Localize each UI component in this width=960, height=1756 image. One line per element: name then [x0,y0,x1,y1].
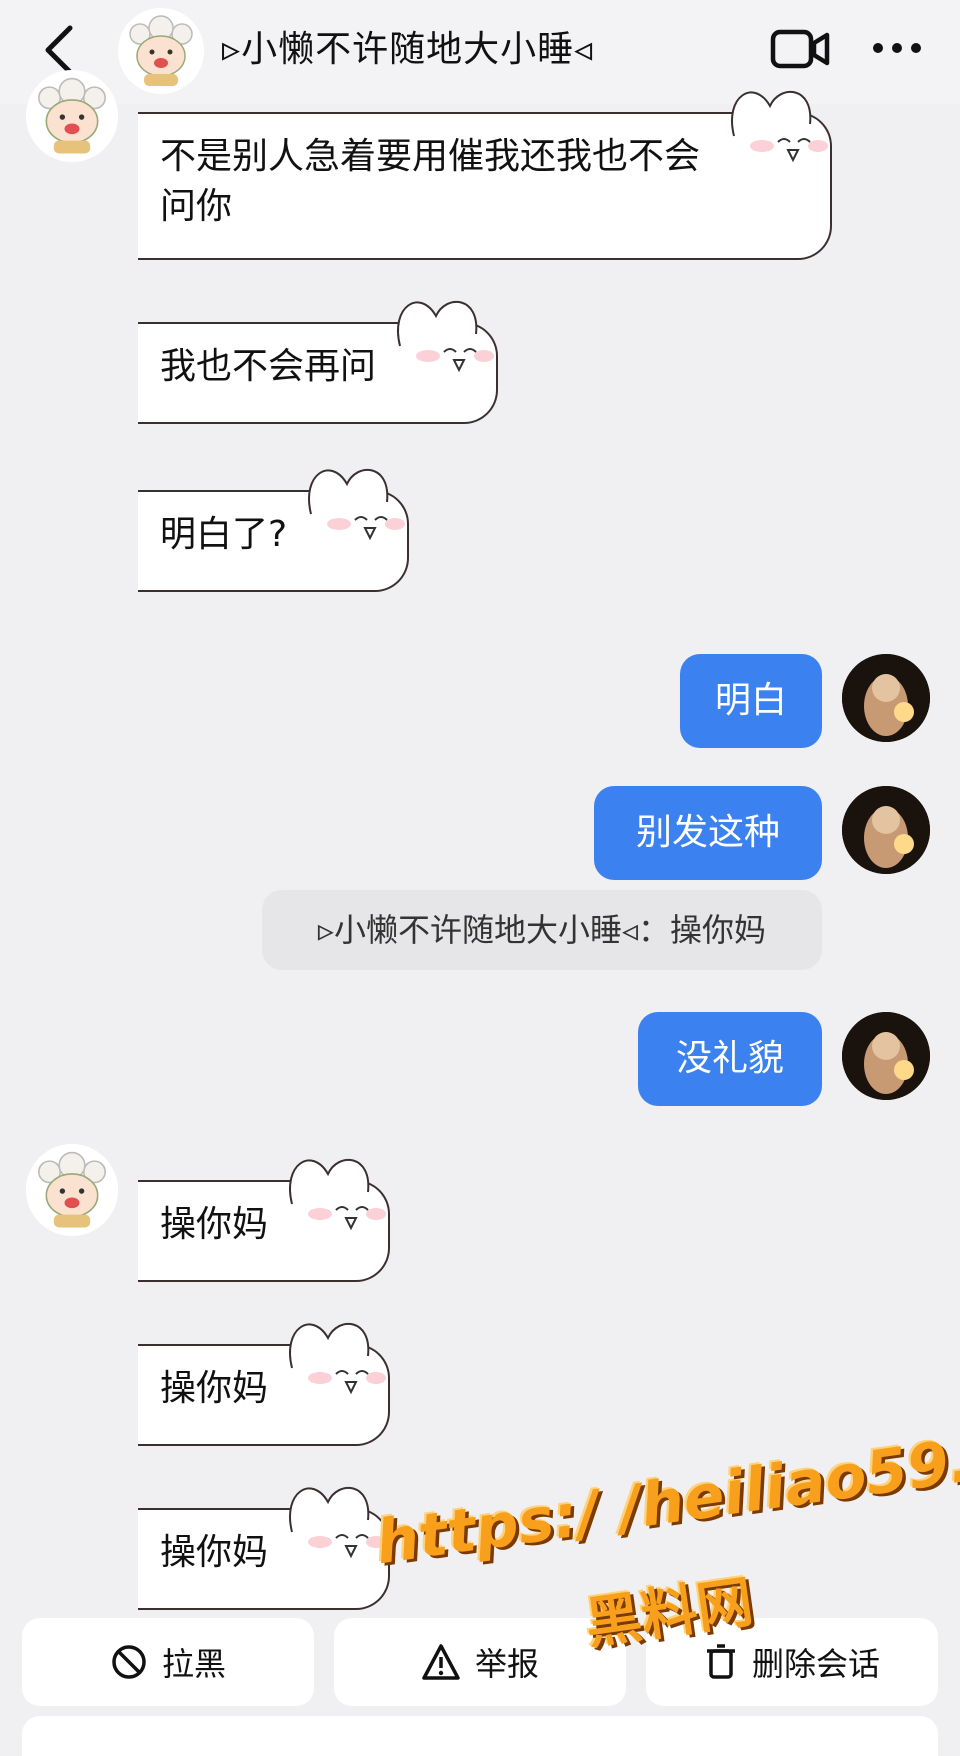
incoming-message[interactable]: 操你妈 [138,1158,391,1282]
message-text: 操你妈 [160,1532,269,1573]
report-label: 举报 [474,1645,539,1683]
message-text: 操你妈 [160,1368,269,1409]
bunny-ears-icon [731,90,828,163]
my-avatar[interactable] [842,654,930,742]
system-notice: ▹小懒不许随地大小睡◃：操你妈 [262,890,822,970]
my-avatar[interactable] [842,1012,930,1100]
incoming-message[interactable]: 不是别人急着要用催我还我也不会问你 [138,90,832,260]
bunny-ears-icon [397,300,495,373]
message-text: 明白 [714,680,787,721]
watermark-url: https:/ /heiliao59.com [371,1406,960,1579]
message-text: 明白了? [160,514,288,555]
outgoing-message[interactable]: 别发这种 [594,786,822,880]
more-dots-icon[interactable] [872,40,922,56]
warning-icon [422,1644,460,1680]
message-text: 操你妈 [160,1204,269,1245]
message-input-area[interactable] [22,1716,938,1756]
incoming-message[interactable]: 操你妈 [138,1486,391,1610]
message-text: 不是别人急着要用催我还我也不会问你 [160,136,701,227]
block-label: 拉黑 [161,1645,226,1683]
incoming-message[interactable]: 明白了? [138,468,410,592]
incoming-message[interactable]: 操你妈 [138,1322,391,1446]
message-text: 没礼貌 [675,1038,784,1079]
message-text: 别发这种 [635,812,780,853]
trash-icon [706,1644,735,1679]
bunny-ears-icon [308,468,406,541]
block-icon [112,1645,146,1679]
outgoing-message[interactable]: 明白 [680,654,822,748]
video-camera-icon[interactable] [770,26,830,72]
contact-avatar[interactable] [26,70,118,162]
chat-title[interactable]: ▹小懒不许随地大小睡◃ [222,24,593,76]
my-avatar[interactable] [842,786,930,874]
message-text: 我也不会再问 [160,346,377,387]
bunny-ears-icon [289,1322,387,1395]
contact-avatar[interactable] [118,8,204,94]
report-button[interactable]: 举报 [334,1618,626,1706]
contact-avatar[interactable] [26,1144,118,1236]
block-button[interactable]: 拉黑 [22,1618,314,1706]
delete-chat-label: 删除会话 [751,1645,880,1683]
bunny-ears-icon [289,1158,387,1231]
outgoing-message[interactable]: 没礼貌 [638,1012,822,1106]
incoming-message[interactable]: 我也不会再问 [138,300,499,424]
